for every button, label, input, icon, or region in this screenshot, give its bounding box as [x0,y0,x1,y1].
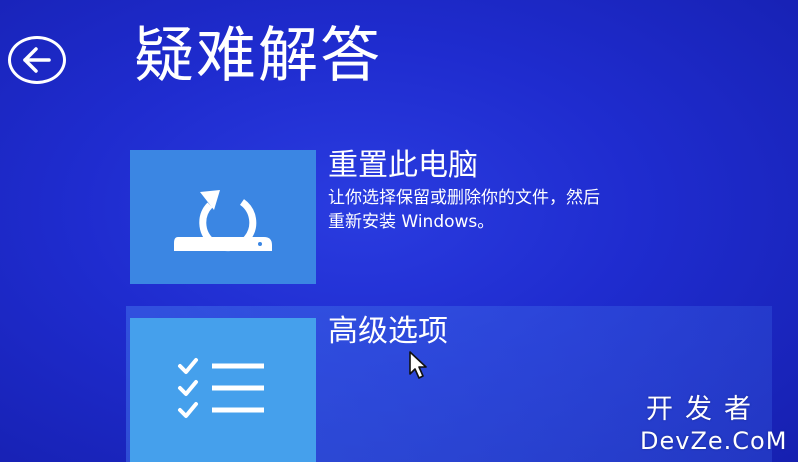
option-tile[interactable] [130,150,316,284]
watermark-line: DevZe.CoM [640,427,788,455]
option-title: 高级选项 [328,314,448,349]
reset-pc-icon [174,190,272,252]
option-title: 重置此电脑 [328,148,478,183]
option-reset-pc[interactable]: 重置此电脑 让你选择保留或删除你的文件，然后 重新安装 Windows。 [126,148,772,286]
option-tile[interactable] [130,318,316,462]
option-description-line: 让你选择保留或删除你的文件，然后 [328,188,600,208]
mouse-cursor-icon [409,351,427,379]
checklist-icon [178,358,264,418]
option-description: 让你选择保留或删除你的文件，然后 重新安装 Windows。 [328,186,600,234]
option-description-line: 重新安装 Windows。 [328,212,495,232]
troubleshoot-screen: 疑难解答 重置此电脑 让你选择保留或删除你的文件，然后 重新安装 Windows… [0,0,798,462]
arrow-left-icon [23,47,51,73]
watermark-line: 开发者 [646,394,763,425]
page-title: 疑难解答 [134,21,382,91]
back-button[interactable] [8,36,66,84]
watermark: 开发者 DevZe.CoM [640,394,792,458]
